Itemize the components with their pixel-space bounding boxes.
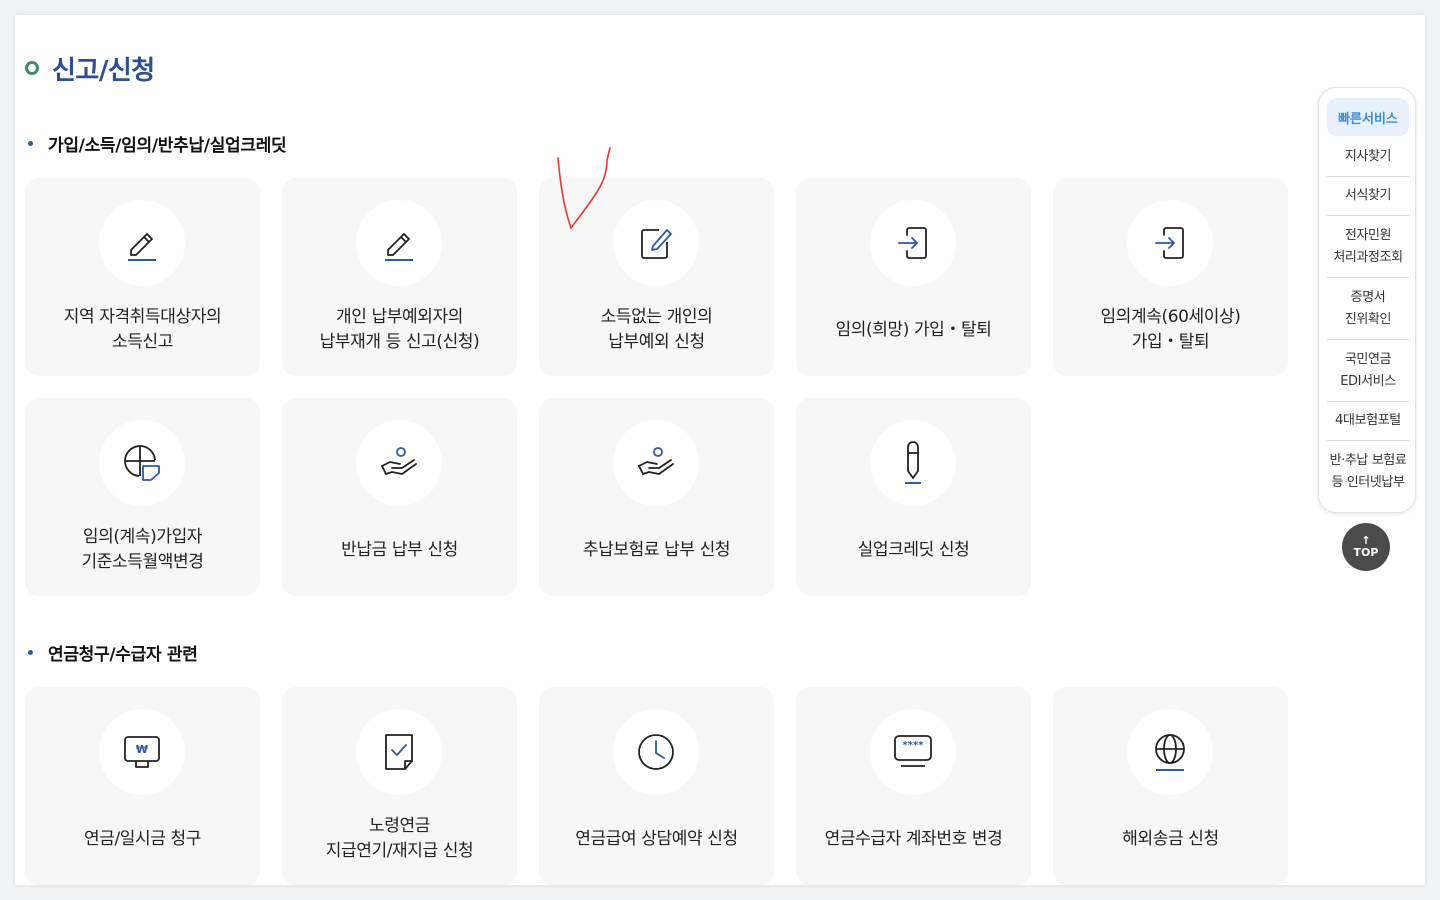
- password-mask: ****: [903, 740, 925, 751]
- quick-item-civil-process[interactable]: 전자민원 처리과정조회: [1327, 216, 1409, 278]
- globe-icon: [1155, 734, 1185, 771]
- quick-item-insurance-portal[interactable]: 4대보험포털: [1327, 402, 1409, 441]
- card-old-age-pension-deferral[interactable]: 노령연금 지급연기/재지급 신청: [282, 687, 517, 885]
- pencil-icon: [385, 233, 413, 261]
- section-title-text: 가입/소득/임의/반추납/실업크레딧: [48, 136, 287, 156]
- card-pension-claim[interactable]: ₩ 연금/일시금 청구: [25, 687, 260, 885]
- icon-circle: [870, 420, 956, 506]
- section-title-subscription: 가입/소득/임의/반추납/실업크레딧: [28, 131, 287, 156]
- card-label: 해외송금 신청: [1122, 828, 1219, 849]
- clock-icon: [638, 734, 674, 770]
- card-voluntary-join-leave[interactable]: 임의(희망) 가입・탈퇴: [796, 178, 1031, 376]
- card-consultation-reservation[interactable]: 연금급여 상담예약 신청: [539, 687, 774, 885]
- card-label: 연금수급자 계좌번호 변경: [824, 828, 1003, 849]
- card-label: 반납금 납부 신청: [341, 539, 458, 560]
- won-symbol: ₩: [136, 743, 148, 756]
- card-resume-payment-report[interactable]: 개인 납부예외자의 납부재개 등 신고(신청): [282, 178, 517, 376]
- red-check-annotation: [557, 147, 611, 230]
- pen-icon: [905, 441, 921, 484]
- top-button-label: TOP: [1353, 546, 1379, 559]
- icon-circle: ₩: [99, 709, 185, 795]
- monitor-won-icon: ₩: [124, 736, 160, 768]
- card-label: 소득없는 개인의 납부예외 신청: [600, 307, 713, 352]
- icon-circle: [99, 200, 185, 286]
- card-label: 연금급여 상담예약 신청: [575, 828, 738, 849]
- card-label: 임의계속(60세이상) 가입・탈퇴: [1100, 307, 1241, 352]
- card-account-number-change[interactable]: **** 연금수급자 계좌번호 변경: [796, 687, 1031, 885]
- card-overseas-remittance[interactable]: 해외송금 신청: [1053, 687, 1288, 885]
- card-label: 임의(계속)가입자 기준소득월액변경: [81, 527, 204, 572]
- quick-item-form-search[interactable]: 서식찾기: [1327, 177, 1409, 216]
- edit-square-icon: [641, 229, 672, 259]
- card-label: 지역 자격취득대상자의 소득신고: [63, 307, 222, 352]
- icon-circle: [613, 709, 699, 795]
- quick-item-branch-search[interactable]: 지사찾기: [1327, 138, 1409, 177]
- card-supplementary-payment[interactable]: 추납보험료 납부 신청: [539, 398, 774, 596]
- title-bullet-icon: [25, 61, 39, 75]
- icon-circle: [613, 420, 699, 506]
- icon-circle: [99, 420, 185, 506]
- quick-item-internet-payment[interactable]: 반·추납 보험료 등 인터넷납부: [1327, 441, 1409, 502]
- page-container: 신고/신청 가입/소득/임의/반추납/실업크레딧 지역 자격취득대상자의 소득신…: [15, 15, 1425, 885]
- icon-circle: [1127, 709, 1213, 795]
- password-monitor-icon: ****: [894, 735, 932, 767]
- icon-circle: [1127, 200, 1213, 286]
- scroll-top-button[interactable]: ↑ TOP: [1342, 523, 1390, 571]
- section-title-pension-claim: 연금청구/수급자 관련: [28, 640, 198, 665]
- enter-icon: [1155, 227, 1184, 259]
- section-bullet-icon: [28, 650, 33, 655]
- card-label: 추납보험료 납부 신청: [582, 539, 731, 560]
- section-title-text: 연금청구/수급자 관련: [48, 645, 198, 665]
- document-check-icon: [385, 734, 413, 770]
- quick-service-panel: 빠른서비스 지사찾기 서식찾기 전자민원 처리과정조회 증명서 진위확인 국민연…: [1318, 87, 1416, 513]
- card-label: 연금/일시금 청구: [83, 828, 201, 849]
- icon-circle: [356, 709, 442, 795]
- card-regional-income-report[interactable]: 지역 자격취득대상자의 소득신고: [25, 178, 260, 376]
- icon-circle: [870, 200, 956, 286]
- card-label: 노령연금 지급연기/재지급 신청: [325, 816, 474, 861]
- icon-circle: ****: [870, 709, 956, 795]
- page-title: 신고/신청: [25, 51, 155, 86]
- card-label: 임의(희망) 가입・탈퇴: [835, 319, 992, 340]
- icon-circle: [356, 420, 442, 506]
- hand-payment-icon: [381, 447, 417, 475]
- hand-payment-icon: [638, 447, 674, 475]
- quick-item-edi-service[interactable]: 국민연금 EDI서비스: [1327, 340, 1409, 402]
- card-unemployment-credit[interactable]: 실업크레딧 신청: [796, 398, 1031, 596]
- card-refund-payment[interactable]: 반납금 납부 신청: [282, 398, 517, 596]
- globe-shield-icon: [124, 445, 160, 481]
- card-standard-income-change[interactable]: 임의(계속)가입자 기준소득월액변경: [25, 398, 260, 596]
- card-voluntary-continued-join-leave[interactable]: 임의계속(60세이상) 가입・탈퇴: [1053, 178, 1288, 376]
- enter-icon: [898, 227, 927, 259]
- icon-circle: [356, 200, 442, 286]
- card-label: 개인 납부예외자의 납부재개 등 신고(신청): [319, 307, 480, 352]
- section-bullet-icon: [28, 141, 33, 146]
- card-label: 실업크레딧 신청: [857, 539, 970, 560]
- page-title-text: 신고/신청: [52, 55, 155, 86]
- pencil-icon: [128, 233, 156, 261]
- quick-item-certificate-verify[interactable]: 증명서 진위확인: [1327, 278, 1409, 340]
- quick-service-title: 빠른서비스: [1327, 98, 1409, 136]
